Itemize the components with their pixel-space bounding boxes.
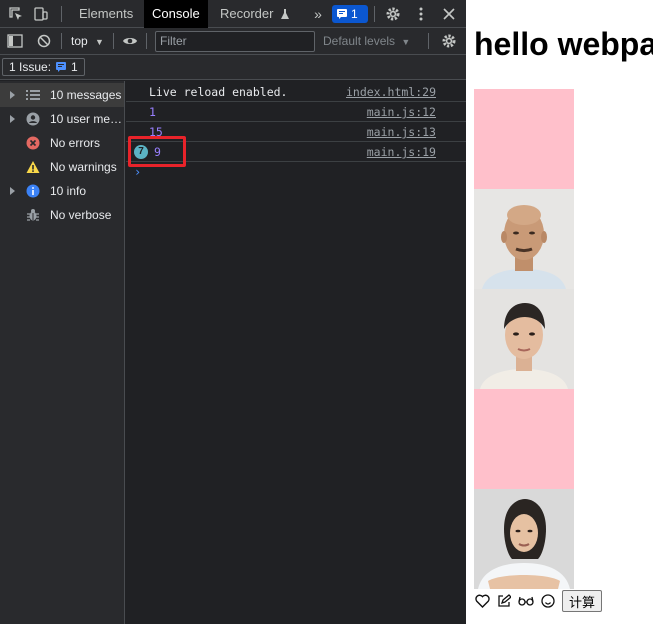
context-selector[interactable]: top ▼ [71, 34, 104, 48]
portrait-photo-young-man [474, 289, 574, 389]
device-toolbar-icon[interactable] [32, 5, 50, 23]
highlight-annotation-box [128, 136, 186, 167]
pink-tile [474, 389, 574, 489]
glasses-icon[interactable] [518, 593, 534, 609]
devtools-tab-bar: Elements Console Recorder » 1 [0, 0, 466, 28]
toolbar-divider [113, 33, 114, 49]
bug-icon [25, 208, 40, 223]
console-sidebar: 10 messages 10 user me… No errors No war… [0, 81, 125, 624]
chevron-down-icon: ▼ [401, 37, 411, 47]
sidebar-item-label: No verbose [50, 208, 112, 222]
message-source-link[interactable]: main.js:13 [367, 125, 436, 139]
live-expression-eye-icon[interactable] [121, 32, 139, 50]
close-icon[interactable] [440, 5, 458, 23]
toolbar-divider [428, 33, 429, 49]
toolbar-divider [374, 6, 375, 22]
console-settings-gear-icon[interactable] [440, 32, 458, 50]
sidebar-item-warnings[interactable]: No warnings [0, 155, 124, 179]
inspect-element-icon[interactable] [7, 5, 25, 23]
page-title: hello webpa [474, 26, 653, 62]
smiley-icon[interactable] [540, 593, 556, 609]
toolbar-divider [61, 6, 62, 22]
portrait-photo-long-hair-man [474, 489, 574, 589]
chevron-down-icon: ▼ [95, 37, 104, 47]
devtools-panel: Elements Console Recorder » 1 top ▼ Filt… [0, 0, 466, 624]
user-icon [25, 112, 40, 127]
info-icon [25, 184, 40, 199]
warning-icon [25, 160, 40, 175]
sidebar-item-label: 10 messages [50, 88, 122, 102]
sidebar-item-verbose[interactable]: No verbose [0, 203, 124, 227]
console-prompt[interactable]: › [134, 165, 141, 179]
more-tabs-icon[interactable]: » [309, 5, 327, 23]
issues-badge-count: 1 [351, 7, 358, 21]
sidebar-item-label: No warnings [50, 160, 117, 174]
flask-icon [276, 5, 294, 23]
settings-gear-icon[interactable] [384, 5, 402, 23]
calculate-button[interactable]: 计算 [562, 590, 603, 612]
tab-elements[interactable]: Elements [71, 0, 141, 28]
kebab-menu-icon[interactable] [412, 5, 430, 23]
sidebar-item-errors[interactable]: No errors [0, 131, 124, 155]
edit-icon[interactable] [496, 593, 512, 609]
tab-console[interactable]: Console [144, 0, 208, 28]
message-source-link[interactable]: main.js:12 [367, 105, 436, 119]
toolbar-divider [146, 33, 147, 49]
context-selector-label: top [71, 34, 88, 48]
message-text: 1 [149, 105, 156, 119]
sidebar-item-label: 10 user me… [50, 112, 123, 126]
pink-tile [474, 89, 574, 189]
issues-count: 1 [71, 60, 78, 74]
issues-label: 1 Issue: [9, 60, 52, 74]
console-message: Live reload enabled. index.html:29 [126, 82, 466, 102]
expand-arrow-icon[interactable] [10, 187, 15, 195]
message-icon [56, 62, 67, 72]
expand-arrow-icon[interactable] [10, 91, 15, 99]
tab-recorder[interactable]: Recorder [212, 0, 281, 28]
action-row: 计算 [474, 590, 603, 612]
webpage-viewport: hello webpa 计算 [466, 0, 653, 624]
message-icon [337, 9, 347, 19]
message-source-link[interactable]: index.html:29 [346, 85, 436, 99]
heart-icon[interactable] [474, 593, 490, 609]
issues-badge[interactable]: 1 [332, 5, 368, 23]
log-levels-label: Default levels [323, 34, 396, 48]
sidebar-item-messages[interactable]: 10 messages [0, 83, 124, 107]
filter-input[interactable]: Filter [155, 31, 315, 52]
message-text: Live reload enabled. [149, 85, 288, 99]
issues-link[interactable]: 1 Issue: 1 [2, 58, 85, 76]
portrait-photo-bald-man [474, 189, 574, 289]
sidebar-item-label: No errors [50, 136, 101, 150]
list-icon [25, 88, 40, 103]
sidebar-item-info[interactable]: 10 info [0, 179, 124, 203]
log-levels-dropdown[interactable]: Default levels ▼ [323, 34, 410, 48]
sidebar-item-user-messages[interactable]: 10 user me… [0, 107, 124, 131]
clear-console-icon[interactable] [35, 32, 53, 50]
message-source-link[interactable]: main.js:19 [367, 145, 436, 159]
expand-arrow-icon[interactable] [10, 115, 15, 123]
console-message: 1 main.js:12 [126, 102, 466, 122]
toolbar-divider [61, 33, 62, 49]
sidebar-item-label: 10 info [50, 184, 87, 198]
show-sidebar-icon[interactable] [6, 32, 24, 50]
error-icon [25, 136, 40, 151]
